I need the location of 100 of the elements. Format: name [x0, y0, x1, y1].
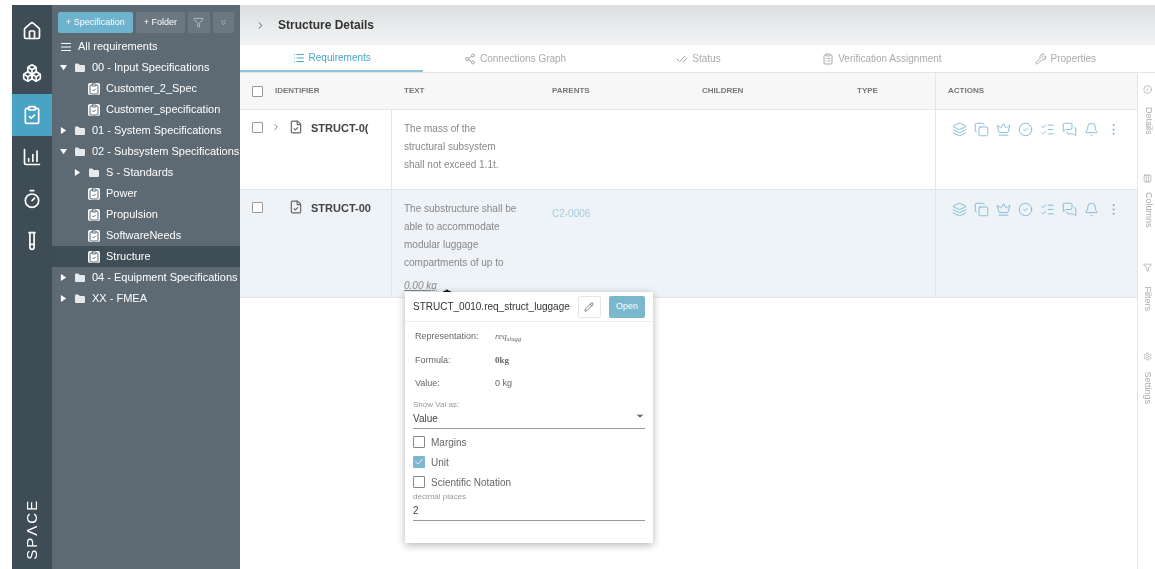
clipboard-icon: [88, 229, 100, 242]
folder-icon: [74, 124, 86, 137]
tree-label: Propulsion: [106, 207, 158, 223]
list-icon: [292, 51, 305, 64]
field-value: req$_{slugg}$: [495, 330, 522, 344]
tree-label: 04 - Equipment Specifications: [92, 270, 238, 286]
checkbox[interactable]: [413, 476, 425, 488]
field-label: Representation:: [415, 330, 480, 343]
show-val-dropdown[interactable]: Show Val as: Value: [413, 398, 645, 429]
check-circle-icon[interactable]: [1018, 202, 1033, 217]
wrench-icon: [1034, 52, 1047, 65]
home-icon: [22, 21, 42, 41]
tree-label: XX - FMEA: [92, 291, 147, 307]
decimal-places-field[interactable]: decimal places 2: [413, 490, 645, 521]
caret-right-icon[interactable]: [60, 274, 67, 281]
checkbox[interactable]: [252, 122, 263, 133]
checklist-icon[interactable]: [1040, 122, 1055, 137]
folder-icon: [74, 145, 86, 158]
layers-icon[interactable]: [952, 202, 967, 217]
chat-icon[interactable]: [1062, 122, 1077, 137]
tree-item[interactable]: 04 - Equipment Specifications: [52, 267, 240, 288]
column-header: IDENTIFIER: [275, 85, 320, 97]
field-value: 0kg: [495, 353, 509, 367]
boxes-icon: [22, 63, 42, 83]
tree-item[interactable]: 00 - Input Specifications: [52, 57, 240, 78]
document-icon: [289, 200, 303, 214]
caret-down-icon[interactable]: [60, 148, 67, 155]
check-circle-icon[interactable]: [1018, 122, 1033, 137]
filter-button[interactable]: [188, 12, 210, 33]
tree-label: 01 - System Specifications: [92, 123, 222, 139]
table-row[interactable]: STRUCT-0( The mass of the structural subsystem shall not exceed 1.1t.: [240, 110, 1137, 190]
logo: SPΛCE: [21, 498, 41, 560]
checkbox[interactable]: [252, 202, 263, 213]
requirement-text: The substructure shall be able to accommodate modular luggage compartments of up to: [404, 202, 518, 270]
copy-icon[interactable]: [974, 122, 989, 137]
chat-icon[interactable]: [1062, 202, 1077, 217]
side-tab-icon[interactable]: [1143, 352, 1152, 361]
tree-item[interactable]: 02 - Subsystem Specifications: [52, 141, 240, 162]
value-link[interactable]: 0.00 kg: [404, 280, 437, 291]
clipboard-icon: [88, 250, 100, 263]
add-folder-button[interactable]: + Folder: [135, 12, 186, 33]
caret-right-icon[interactable]: [74, 169, 81, 176]
caret-right-icon[interactable]: [60, 295, 67, 302]
bell-icon[interactable]: [1084, 202, 1099, 217]
clipboard-icon: [22, 105, 42, 125]
tree-item[interactable]: Structure: [52, 246, 240, 267]
field-value: 0 kg: [495, 377, 512, 390]
checkbox[interactable]: [413, 456, 425, 468]
folder-icon: [74, 271, 86, 284]
option-label: Scientific Notation: [431, 475, 512, 490]
tree-item[interactable]: Customer_2_Spec: [52, 78, 240, 99]
field-label: Value:: [415, 377, 441, 390]
tree-item[interactable]: Power: [52, 183, 240, 204]
edit-button[interactable]: [577, 295, 601, 318]
side-tab-icon[interactable]: [1143, 263, 1152, 272]
expand-icon[interactable]: [271, 122, 281, 132]
bell-icon[interactable]: [1084, 122, 1099, 137]
option-label: Margins: [431, 435, 467, 450]
copy-icon[interactable]: [974, 202, 989, 217]
document-icon: [289, 120, 303, 134]
column-header: ACTIONS: [948, 85, 984, 97]
tree-item[interactable]: S - Standards: [52, 162, 240, 183]
side-tab-icon[interactable]: [1143, 85, 1152, 94]
tree-label: 00 - Input Specifications: [92, 60, 210, 76]
layers-icon[interactable]: [952, 122, 967, 137]
tree-label: All requirements: [78, 39, 158, 55]
clipboard-icon: [88, 187, 100, 200]
graph-icon: [464, 52, 476, 65]
tree-label: S - Standards: [106, 165, 174, 181]
tree-label: 02 - Subsystem Specifications: [92, 144, 240, 160]
crown-icon[interactable]: [996, 202, 1011, 217]
tree-item[interactable]: Propulsion: [52, 204, 240, 225]
tree-item[interactable]: XX - FMEA: [52, 288, 240, 309]
tree-item[interactable]: SoftwareNeeds: [52, 225, 240, 246]
column-header: CHILDREN: [702, 85, 744, 97]
crown-icon[interactable]: [996, 122, 1011, 137]
identifier-cell-text: STRUCT-00: [311, 201, 371, 216]
tree-item[interactable]: 01 - System Specifications: [52, 120, 240, 141]
collapse-button[interactable]: [212, 12, 234, 33]
clipboard-icon: [88, 82, 100, 95]
tree-label: Customer_specification: [106, 102, 221, 118]
tree-item[interactable]: Customer_specification: [52, 99, 240, 120]
column-header: TYPE: [857, 85, 878, 97]
caret-down-icon[interactable]: [60, 64, 67, 71]
popover-title: STRUCT_0010.req_struct_luggage: [413, 300, 570, 314]
tree-item[interactable]: All requirements: [52, 36, 240, 57]
clipboard-icon: [822, 52, 835, 65]
header-title: Structure Details: [278, 17, 375, 34]
tree-label: SoftwareNeeds: [106, 228, 182, 244]
field-label: Formula:: [415, 353, 452, 367]
checkbox[interactable]: [413, 436, 425, 448]
checklist-icon[interactable]: [1040, 202, 1055, 217]
checkbox[interactable]: [252, 85, 263, 97]
folder-icon: [74, 61, 86, 74]
clipboard-icon: [88, 208, 100, 221]
list-icon: [60, 40, 72, 53]
identifier-cell-text: STRUCT-0(: [311, 121, 369, 136]
caret-right-icon[interactable]: [60, 127, 67, 134]
side-tab-icon[interactable]: [1143, 174, 1152, 183]
folder-icon: [74, 292, 86, 305]
